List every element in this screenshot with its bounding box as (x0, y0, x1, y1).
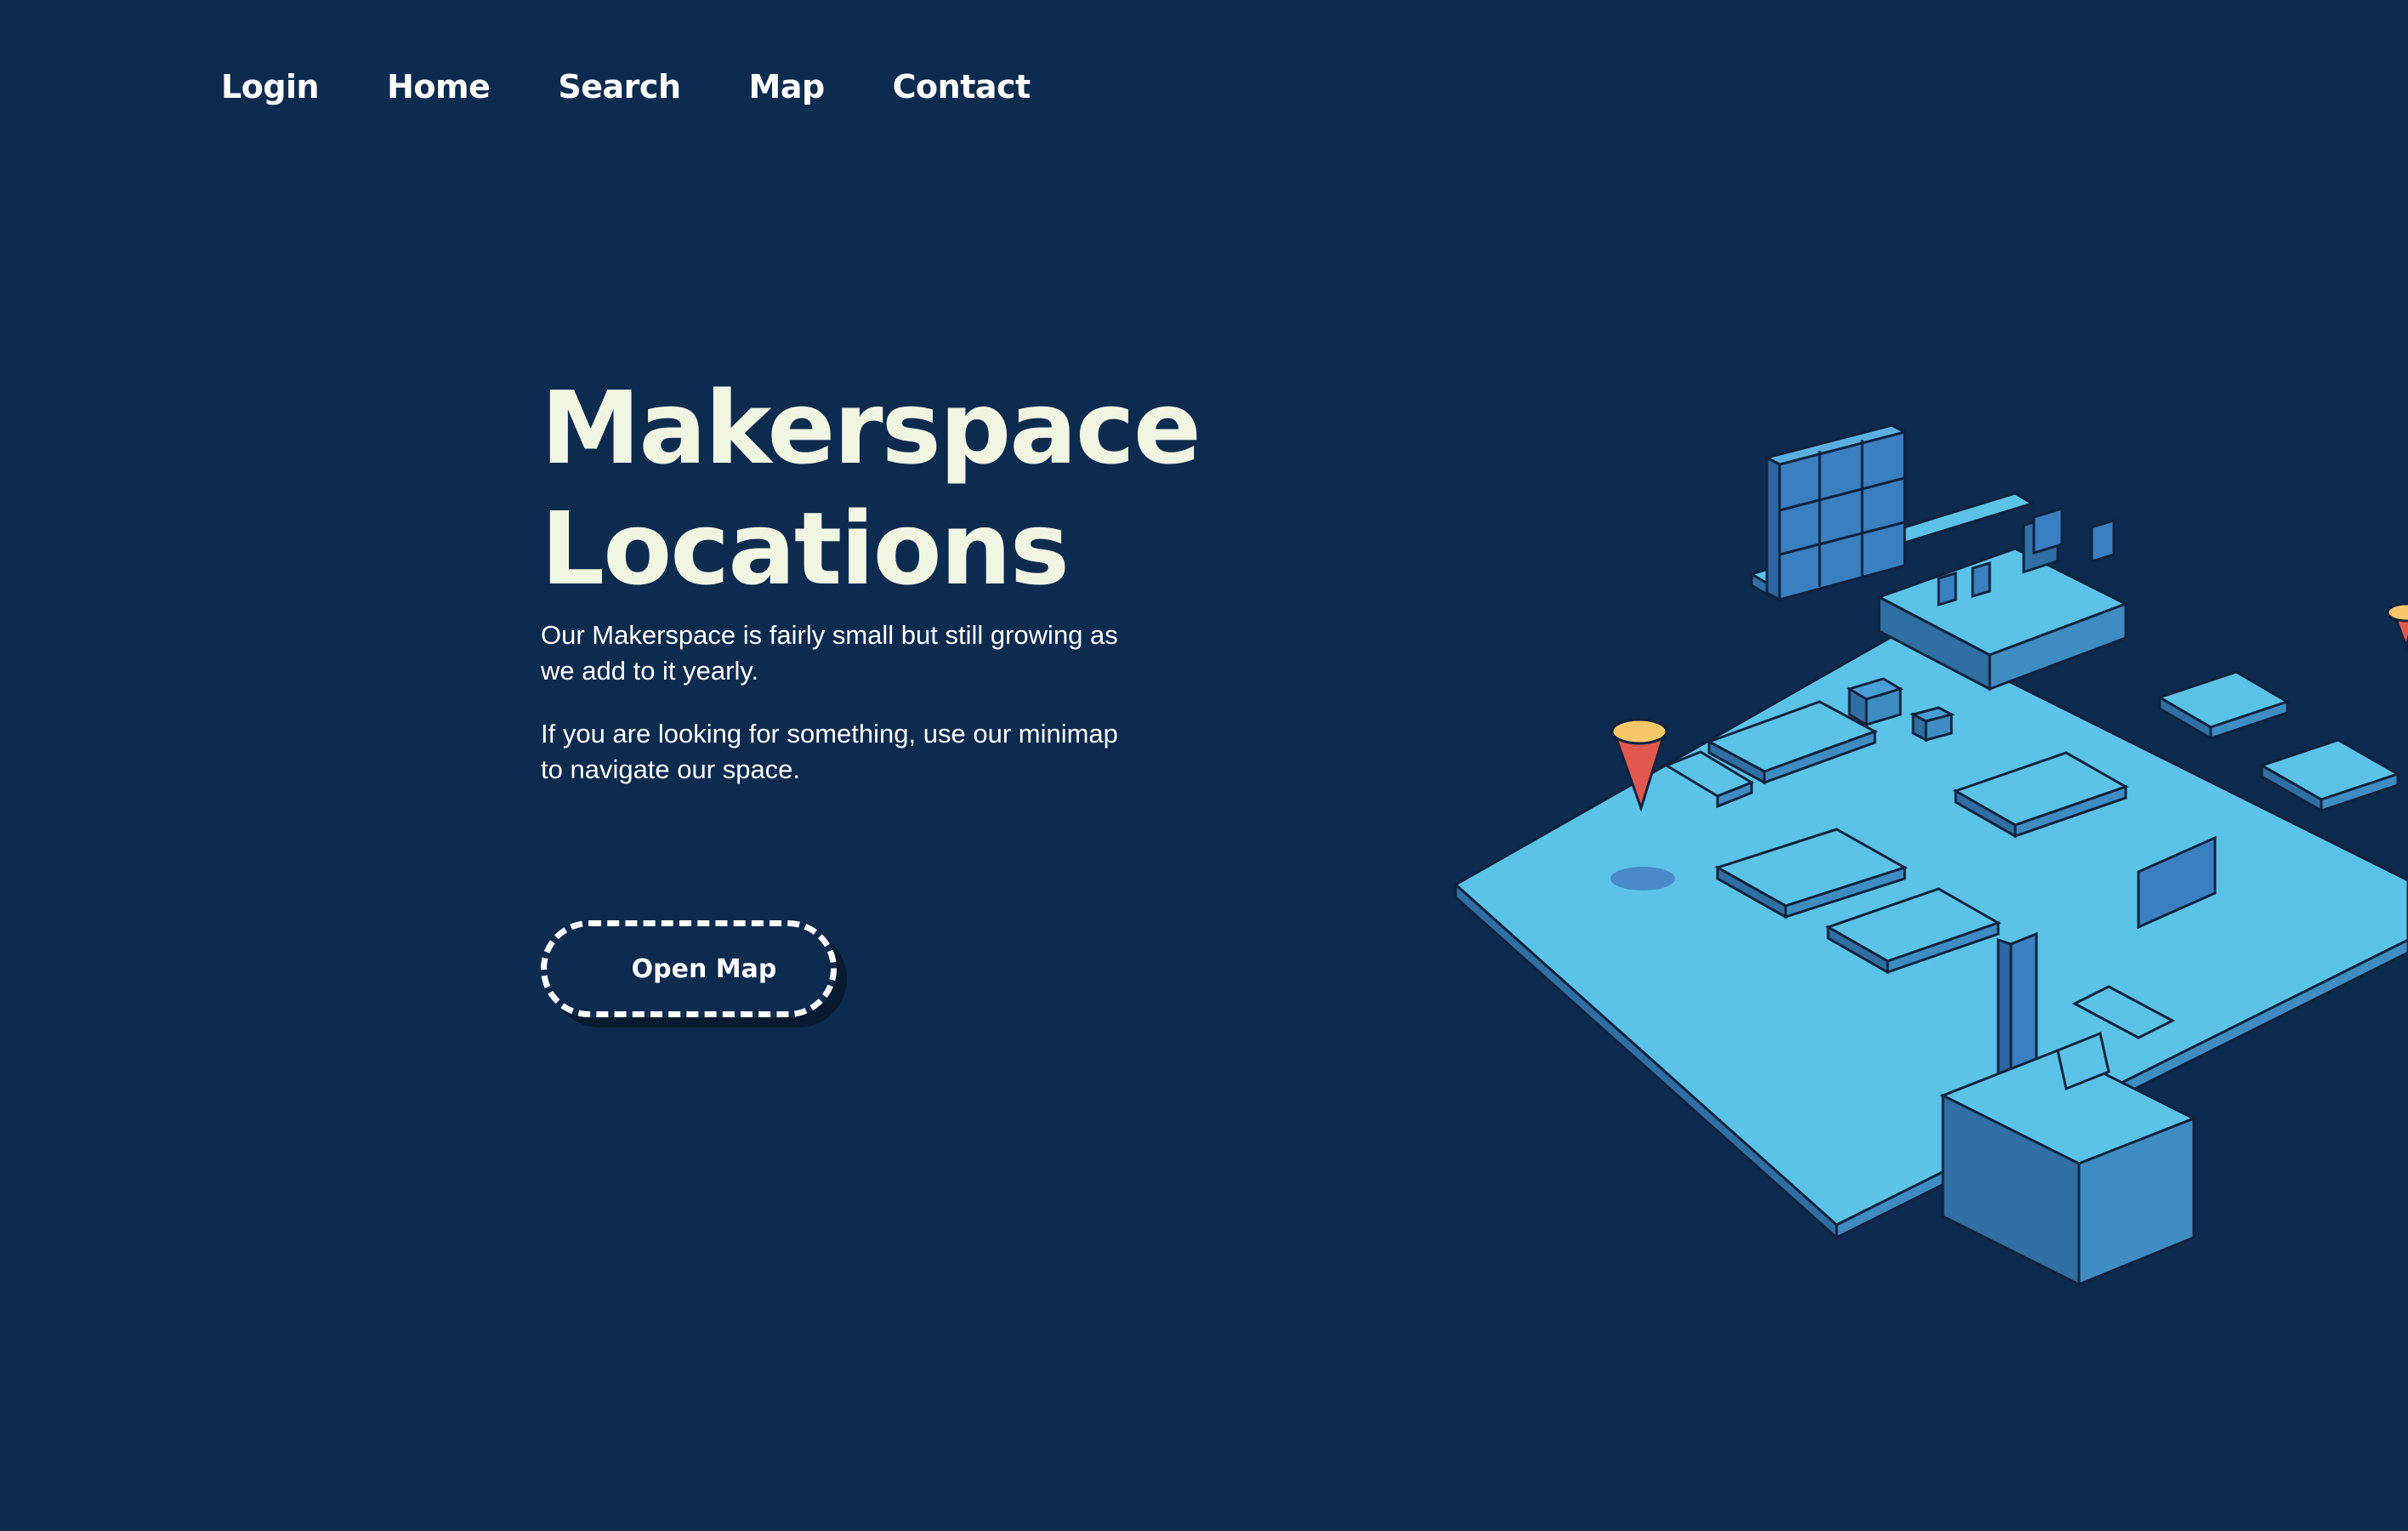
page: Login Home Search Map Contact Makerspace… (0, 0, 2408, 1531)
intro-paragraph: Our Makerspace is fairly small but still… (541, 620, 1118, 686)
nav-contact-link[interactable]: Contact (893, 68, 1031, 105)
nav-map-link[interactable]: Map (749, 68, 826, 105)
pin-shadow (1610, 867, 1675, 891)
top-navigation: Login Home Search Map Contact (221, 68, 1099, 105)
page-title-line-1: Makerspace (541, 369, 1201, 487)
location-pin-partial-icon (2386, 602, 2408, 652)
isometric-makerspace-map (1453, 424, 2408, 1287)
open-map-button[interactable]: Open Map (541, 920, 837, 1017)
page-title: Makerspace Locations (541, 367, 1201, 609)
nav-home-link[interactable]: Home (387, 68, 491, 105)
nav-search-link[interactable]: Search (558, 68, 681, 105)
bookshelf (1763, 424, 1909, 602)
hero-section: Makerspace Locations Our Makerspace is f… (541, 367, 1201, 788)
nav-login-link[interactable]: Login (221, 68, 320, 105)
minimap-paragraph: If you are looking for something, use ou… (541, 719, 1118, 784)
page-title-line-2: Locations (541, 490, 1070, 607)
open-map-button-label: Open Map (631, 953, 777, 984)
